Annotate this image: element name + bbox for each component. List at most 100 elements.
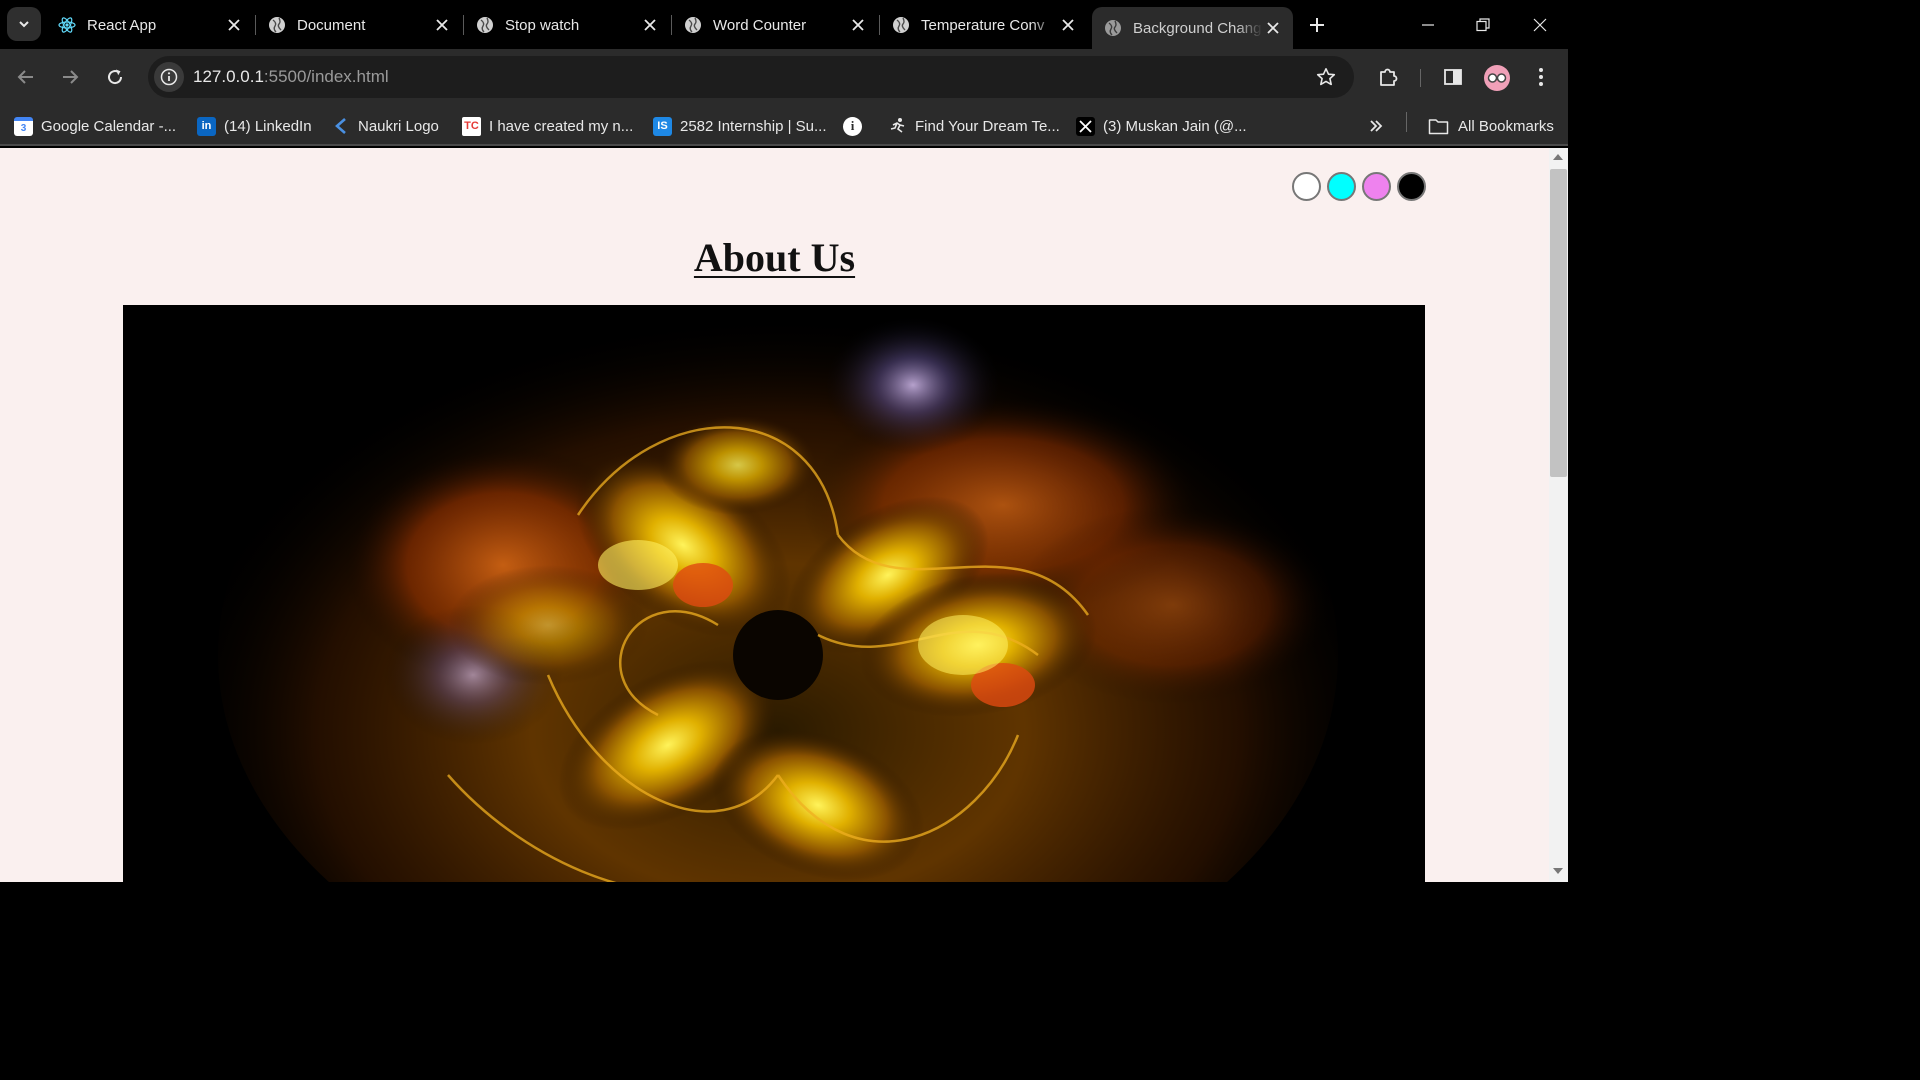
- puzzle-icon: [1380, 68, 1398, 86]
- tab-temperature-converter[interactable]: Temperature Conv: [880, 8, 1088, 42]
- all-bookmarks-button[interactable]: All Bookmarks: [1428, 111, 1554, 141]
- more-vertical-icon: [1539, 68, 1543, 86]
- scroll-down-arrow-icon[interactable]: [1553, 868, 1563, 874]
- react-icon: [58, 16, 76, 34]
- bookmarks-bar: 3 Google Calendar -... in (14) LinkedIn …: [0, 105, 1568, 146]
- url-text[interactable]: 127.0.0.1:5500/index.html: [193, 67, 389, 87]
- bookmark-label: 2582 Internship | Su...: [680, 117, 827, 135]
- tab-strip: React App Document Stop watch Word Count…: [0, 0, 1568, 49]
- minimize-button[interactable]: [1413, 10, 1443, 40]
- bookmark-info[interactable]: i: [843, 111, 870, 141]
- restore-icon: [1476, 18, 1490, 32]
- forward-button[interactable]: [54, 61, 86, 93]
- tab-title: Temperature Conv: [921, 16, 1045, 34]
- swatch-violet[interactable]: [1362, 172, 1391, 201]
- page-viewport: About Us: [0, 148, 1549, 882]
- menu-button[interactable]: [1527, 63, 1555, 91]
- scroll-up-arrow-icon[interactable]: [1553, 154, 1563, 160]
- close-icon[interactable]: [848, 15, 868, 35]
- page-scrollbar[interactable]: [1549, 148, 1568, 882]
- more-bookmarks-button[interactable]: [1368, 111, 1384, 141]
- tab-document[interactable]: Document: [256, 8, 462, 42]
- scrollbar-thumb[interactable]: [1550, 169, 1567, 477]
- folder-icon: [1428, 117, 1449, 136]
- bookmark-label: I have created my n...: [489, 117, 634, 135]
- google-calendar-icon: 3: [14, 116, 33, 136]
- close-icon: [1533, 18, 1547, 32]
- page-title: About Us: [693, 235, 856, 280]
- bookmark-label: Google Calendar -...: [41, 117, 177, 135]
- linkedin-icon: in: [197, 116, 216, 136]
- bookmark-label: (3) Muskan Jain (@...: [1103, 117, 1247, 135]
- tab-title: Document: [297, 16, 366, 34]
- globe-icon: [1104, 19, 1122, 37]
- all-bookmarks-label: All Bookmarks: [1458, 117, 1554, 135]
- toolbar-divider: [1420, 69, 1421, 87]
- tab-background-changer[interactable]: Background Chang: [1092, 7, 1293, 49]
- url-path: :5500/index.html: [263, 67, 389, 86]
- back-button[interactable]: [10, 61, 42, 93]
- tab-title: Background Chang: [1133, 19, 1262, 37]
- internshala-icon: IS: [653, 116, 672, 136]
- bookmark-google-calendar[interactable]: 3 Google Calendar -...: [14, 111, 176, 141]
- swatch-black[interactable]: [1397, 172, 1426, 201]
- bookmark-star-button[interactable]: [1314, 65, 1338, 89]
- plus-icon: [1310, 18, 1324, 32]
- tc-icon: TC: [462, 116, 481, 136]
- side-panel-icon: [1444, 69, 1462, 85]
- address-bar[interactable]: 127.0.0.1:5500/index.html: [148, 56, 1354, 98]
- bookmark-label: Find Your Dream Te...: [915, 117, 1060, 135]
- tab-react-app[interactable]: React App: [46, 8, 254, 42]
- site-info-button[interactable]: [154, 62, 184, 92]
- bookmark-linkedin[interactable]: in (14) LinkedIn: [197, 111, 312, 141]
- close-icon[interactable]: [640, 15, 660, 35]
- bookmark-x[interactable]: (3) Muskan Jain (@...: [1076, 111, 1247, 141]
- close-icon[interactable]: [1263, 18, 1283, 38]
- x-icon: [1076, 116, 1095, 136]
- globe-icon: [268, 16, 286, 34]
- swatch-cyan[interactable]: [1327, 172, 1356, 201]
- info-icon: [160, 68, 178, 86]
- bookmark-label: (14) LinkedIn: [224, 117, 312, 135]
- restore-button[interactable]: [1468, 10, 1498, 40]
- naukri-icon: [331, 117, 350, 136]
- glasses-avatar-icon: [1487, 73, 1507, 83]
- close-icon[interactable]: [1058, 15, 1078, 35]
- reload-button[interactable]: [99, 61, 131, 93]
- browser-toolbar: 127.0.0.1:5500/index.html: [0, 49, 1568, 105]
- side-panel-button[interactable]: [1439, 63, 1467, 91]
- runner-icon: [888, 117, 907, 136]
- tab-stop-watch[interactable]: Stop watch: [464, 8, 670, 42]
- arrow-left-icon: [17, 70, 33, 84]
- profile-avatar[interactable]: [1484, 65, 1510, 91]
- tab-title: Word Counter: [713, 16, 807, 34]
- color-swatches: [1292, 172, 1426, 201]
- hero-fractal-image: [123, 305, 1425, 882]
- extensions-button[interactable]: [1374, 63, 1402, 91]
- info-icon: i: [843, 116, 862, 136]
- tab-word-counter[interactable]: Word Counter: [672, 8, 878, 42]
- swatch-white[interactable]: [1292, 172, 1321, 201]
- bookmark-label: Naukri Logo: [358, 117, 439, 135]
- bookmark-tc[interactable]: TC I have created my n...: [462, 111, 633, 141]
- tab-search-button[interactable]: [7, 7, 41, 41]
- minimize-icon: [1422, 24, 1434, 26]
- tab-title: Stop watch: [505, 16, 580, 34]
- globe-icon: [892, 16, 910, 34]
- bookmark-find-dream-team[interactable]: Find Your Dream Te...: [888, 111, 1060, 141]
- double-chevron-right-icon: [1370, 120, 1383, 132]
- close-window-button[interactable]: [1525, 10, 1555, 40]
- star-icon: [1316, 68, 1336, 86]
- globe-icon: [476, 16, 494, 34]
- reload-icon: [108, 69, 123, 85]
- arrow-right-icon: [63, 70, 79, 84]
- tab-title: React App: [87, 16, 157, 34]
- close-icon[interactable]: [224, 15, 244, 35]
- globe-icon: [684, 16, 702, 34]
- chevron-down-icon: [19, 21, 29, 28]
- bookmarks-divider: [1406, 112, 1407, 132]
- new-tab-button[interactable]: [1304, 12, 1330, 38]
- close-icon[interactable]: [432, 15, 452, 35]
- bookmark-internshala[interactable]: IS 2582 Internship | Su...: [653, 111, 827, 141]
- bookmark-naukri[interactable]: Naukri Logo: [331, 111, 439, 141]
